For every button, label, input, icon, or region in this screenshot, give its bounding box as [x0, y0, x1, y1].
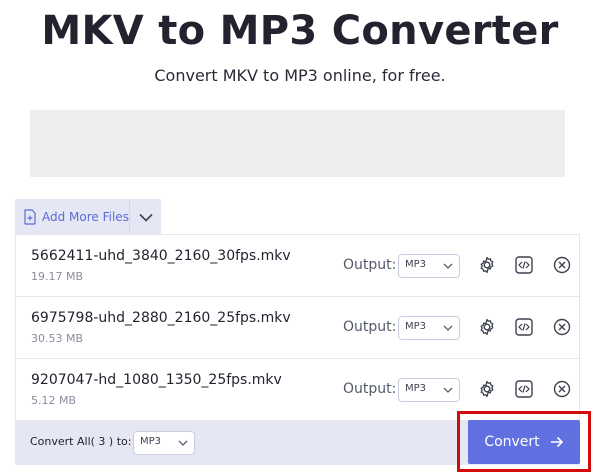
- add-files-bar: Add More Files: [15, 199, 161, 235]
- add-more-files-button[interactable]: Add More Files: [15, 199, 129, 235]
- file-size: 30.53 MB: [31, 332, 84, 345]
- file-row: 6975798-uhd_2880_2160_25fps.mkv 30.53 MB…: [16, 297, 579, 359]
- file-name: 9207047-hd_1080_1350_25fps.mkv: [31, 372, 282, 388]
- arrow-right-icon: [550, 436, 563, 448]
- output-format-value: MP3: [405, 383, 427, 394]
- file-list: 5662411-uhd_3840_2160_30fps.mkv 19.17 MB…: [15, 234, 580, 421]
- file-name: 5662411-uhd_3840_2160_30fps.mkv: [31, 248, 291, 264]
- code-icon[interactable]: [514, 379, 534, 399]
- chevron-down-icon: [443, 263, 453, 269]
- chevron-down-icon: [443, 325, 453, 331]
- output-label: Output:: [343, 319, 397, 335]
- file-name: 6975798-uhd_2880_2160_25fps.mkv: [31, 310, 291, 326]
- close-circle-icon[interactable]: [552, 317, 572, 337]
- code-icon[interactable]: [514, 255, 534, 275]
- gear-icon[interactable]: [477, 255, 497, 275]
- close-circle-icon[interactable]: [552, 379, 572, 399]
- output-format-select[interactable]: MP3: [398, 378, 460, 402]
- output-format-select[interactable]: MP3: [398, 316, 460, 340]
- convert-button[interactable]: Convert: [468, 420, 580, 464]
- convert-button-label: Convert: [484, 434, 540, 450]
- file-size: 5.12 MB: [31, 394, 77, 407]
- close-circle-icon[interactable]: [552, 255, 572, 275]
- convert-all-label: Convert All( 3 ) to:: [30, 435, 132, 448]
- file-size: 19.17 MB: [31, 270, 84, 283]
- page-title: MKV to MP3 Converter: [41, 8, 559, 54]
- banner-placeholder: [30, 110, 565, 177]
- code-icon[interactable]: [514, 317, 534, 337]
- output-format-select[interactable]: MP3: [398, 254, 460, 278]
- file-plus-icon: [24, 209, 36, 225]
- add-files-dropdown[interactable]: [129, 199, 161, 235]
- convert-all-format-value: MP3: [140, 436, 162, 447]
- file-row: 5662411-uhd_3840_2160_30fps.mkv 19.17 MB…: [16, 235, 579, 297]
- add-more-files-label: Add More Files: [42, 210, 129, 224]
- chevron-down-icon: [178, 440, 188, 446]
- page-subtitle: Convert MKV to MP3 online, for free.: [154, 66, 446, 85]
- output-format-value: MP3: [405, 321, 427, 332]
- output-label: Output:: [343, 381, 397, 397]
- output-format-value: MP3: [405, 259, 427, 270]
- gear-icon[interactable]: [477, 379, 497, 399]
- output-label: Output:: [343, 257, 397, 273]
- gear-icon[interactable]: [477, 317, 497, 337]
- chevron-down-icon: [443, 387, 453, 393]
- convert-all-format-select[interactable]: MP3: [133, 431, 195, 455]
- chevron-down-icon: [138, 213, 153, 222]
